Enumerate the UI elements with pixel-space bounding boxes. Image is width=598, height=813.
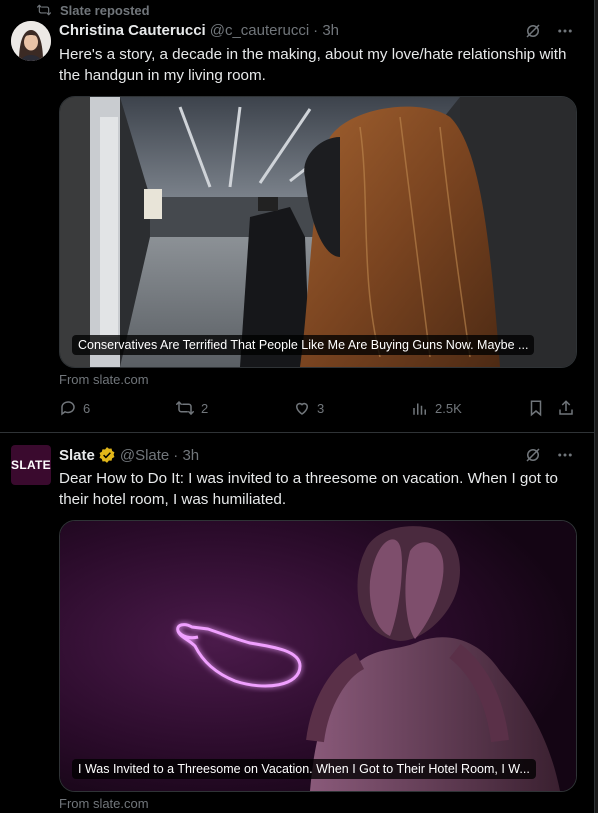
reply-icon: [61, 401, 75, 416]
avatar[interactable]: [11, 21, 51, 61]
verified-badge-icon: [98, 446, 116, 464]
views-count: 2.5K: [435, 400, 462, 416]
avatar-logo-text: SLATE: [11, 458, 51, 472]
post-time[interactable]: · 3h: [173, 447, 199, 464]
post-text: Dear How to Do It: I was invited to a th…: [59, 470, 558, 508]
repost-count: 2: [201, 400, 209, 416]
card-title: Conservatives Are Terrified That People …: [72, 335, 535, 355]
card-source[interactable]: From slate.com: [59, 372, 149, 387]
card-image-neon-eggplant: [60, 521, 576, 791]
bookmark-icon: [530, 400, 542, 417]
post-header: Christina Cauterucci @c_cauterucci · 3h: [59, 22, 339, 39]
views-icon: [413, 403, 426, 415]
like-button[interactable]: 3: [293, 399, 324, 417]
grok-icon[interactable]: [524, 446, 542, 464]
post-text: Here's a story, a decade in the making, …: [59, 46, 567, 84]
author-handle[interactable]: @c_cauterucci: [210, 22, 309, 39]
author-handle[interactable]: @Slate: [120, 447, 169, 464]
reply-button[interactable]: 6: [59, 399, 90, 417]
repost-label: Slate reposted: [60, 2, 150, 18]
avatar[interactable]: SLATE: [11, 445, 51, 485]
post-header: Slate @Slate · 3h: [59, 446, 199, 464]
card-source[interactable]: From slate.com: [59, 796, 149, 811]
reply-count: 6: [83, 400, 91, 416]
share-button[interactable]: [557, 399, 575, 417]
post-top-actions: [524, 22, 574, 40]
post-time[interactable]: · 3h: [313, 22, 339, 39]
post-actions: 6 2 3 2.5K: [59, 399, 579, 419]
repost-icon: [37, 4, 52, 16]
post-slate[interactable]: SLATE Slate @Slate · 3h Dear How to Do I…: [0, 433, 594, 813]
grok-icon[interactable]: [524, 22, 542, 40]
author-name[interactable]: Slate: [59, 447, 95, 464]
link-card[interactable]: Conservatives Are Terrified That People …: [59, 96, 577, 368]
like-count: 3: [317, 400, 325, 416]
timeline-feed: Slate reposted Christina Cauterucci @c_c…: [0, 0, 595, 813]
post-top-actions: [524, 446, 574, 464]
repost-indicator: Slate reposted: [36, 2, 150, 18]
share-icon: [559, 400, 573, 415]
card-image-shooting-range: [60, 97, 576, 367]
repost-icon: [176, 401, 194, 415]
repost-button[interactable]: 2: [175, 399, 208, 417]
card-title: I Was Invited to a Threesome on Vacation…: [72, 759, 536, 779]
more-icon[interactable]: [556, 446, 574, 464]
like-icon: [295, 402, 309, 415]
views-button[interactable]: 2.5K: [411, 399, 462, 417]
post-christina[interactable]: Slate reposted Christina Cauterucci @c_c…: [0, 0, 594, 433]
bookmark-button[interactable]: [527, 399, 545, 417]
link-card[interactable]: I Was Invited to a Threesome on Vacation…: [59, 520, 577, 792]
author-name[interactable]: Christina Cauterucci: [59, 22, 206, 39]
more-icon[interactable]: [556, 22, 574, 40]
